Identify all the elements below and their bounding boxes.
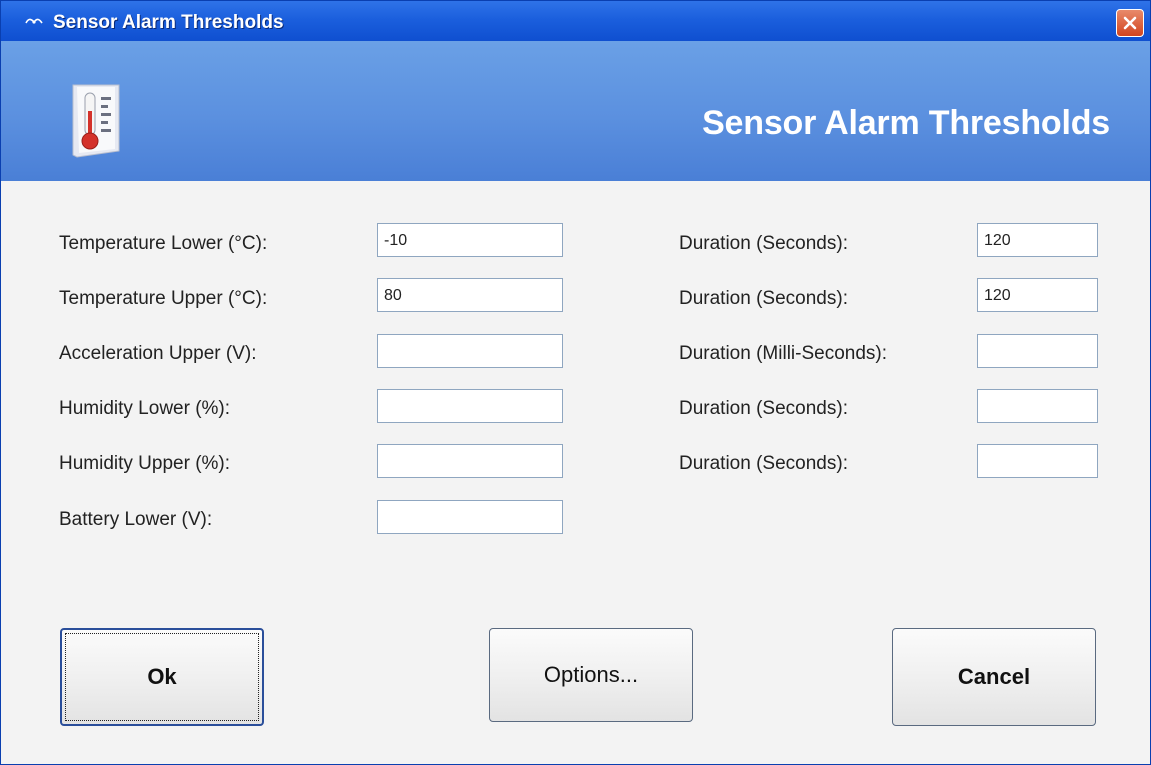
temperature-lower-label: Temperature Lower (°C): <box>59 233 268 254</box>
temperature-lower-duration-input[interactable] <box>977 223 1098 257</box>
humidity-upper-duration-label: Duration (Seconds): <box>679 453 848 474</box>
temperature-upper-duration-input[interactable] <box>977 278 1098 312</box>
form-body: Temperature Lower (°C): Temperature Uppe… <box>1 181 1150 764</box>
banner-title: Sensor Alarm Thresholds <box>702 104 1110 142</box>
dialog-window: Sensor Alarm Thresholds Sensor Alarm Thr… <box>0 0 1151 765</box>
humidity-upper-input[interactable] <box>377 444 563 478</box>
temperature-lower-input[interactable] <box>377 223 563 257</box>
humidity-upper-label: Humidity Upper (%): <box>59 453 231 474</box>
cancel-button-label: Cancel <box>957 664 1031 689</box>
options-button[interactable]: Options... <box>489 628 693 722</box>
humidity-lower-duration-input[interactable] <box>977 389 1098 423</box>
temperature-upper-input[interactable] <box>377 278 563 312</box>
signal-icon <box>25 18 43 24</box>
title-bar[interactable]: Sensor Alarm Thresholds <box>1 1 1150 41</box>
thermometer-icon <box>72 84 120 158</box>
temperature-upper-label: Temperature Upper (°C): <box>59 288 268 309</box>
battery-lower-label: Battery Lower (V): <box>59 509 213 530</box>
humidity-lower-label: Humidity Lower (%): <box>59 398 231 419</box>
battery-lower-input[interactable] <box>377 500 563 534</box>
acceleration-upper-input[interactable] <box>377 334 563 368</box>
close-button[interactable] <box>1116 9 1144 37</box>
close-icon <box>1123 16 1137 30</box>
window-title: Sensor Alarm Thresholds <box>53 12 284 33</box>
acceleration-duration-label: Duration (Milli-Seconds): <box>679 343 888 364</box>
temperature-lower-duration-label: Duration (Seconds): <box>679 233 848 254</box>
options-button-label: Options... <box>543 662 639 687</box>
header-banner: Sensor Alarm Thresholds <box>1 41 1150 181</box>
cancel-button[interactable]: Cancel <box>892 628 1096 726</box>
humidity-upper-duration-input[interactable] <box>977 444 1098 478</box>
ok-button[interactable]: Ok <box>60 628 264 726</box>
humidity-lower-duration-label: Duration (Seconds): <box>679 398 848 419</box>
temperature-upper-duration-label: Duration (Seconds): <box>679 288 848 309</box>
acceleration-duration-input[interactable] <box>977 334 1098 368</box>
humidity-lower-input[interactable] <box>377 389 563 423</box>
acceleration-upper-label: Acceleration Upper (V): <box>59 343 257 364</box>
ok-button-label: Ok <box>147 664 177 689</box>
